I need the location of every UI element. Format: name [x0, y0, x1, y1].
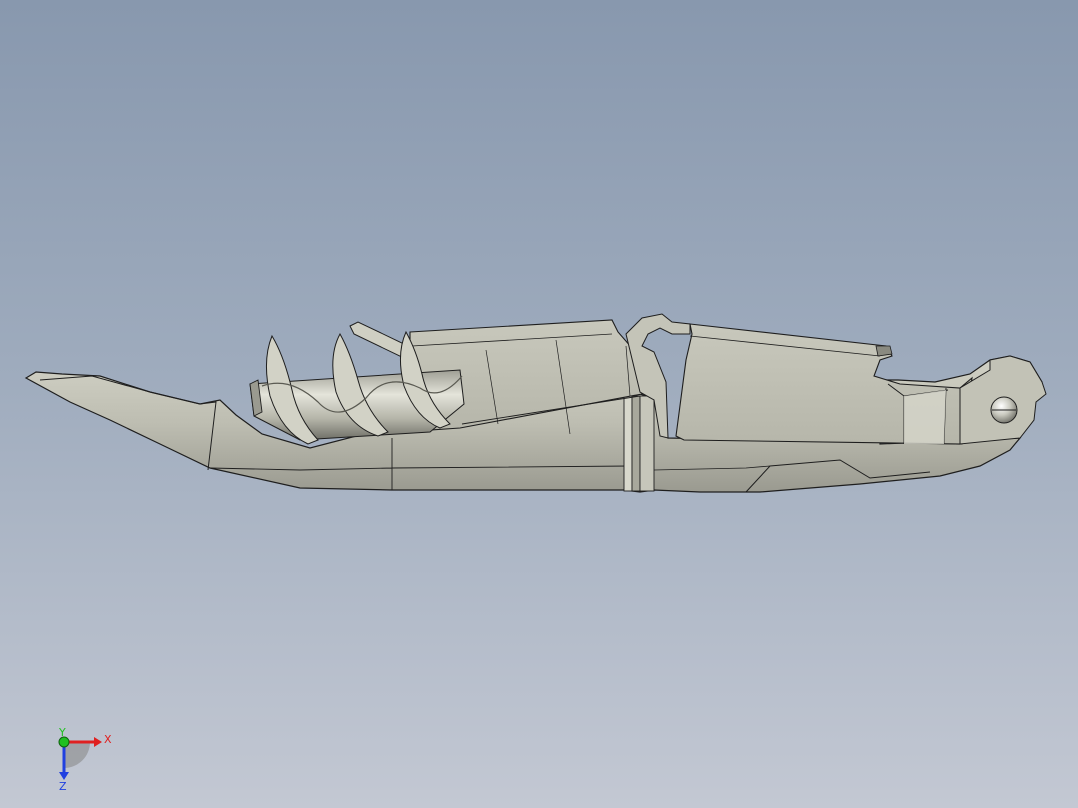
hinge-plate-2 — [631, 395, 641, 492]
y-axis-label: Y — [58, 728, 66, 739]
x-axis-arrow-icon — [94, 737, 102, 747]
opener-notch — [875, 345, 893, 357]
opener-hook-shade — [904, 390, 946, 444]
corkscrew-model[interactable] — [0, 0, 1078, 808]
z-axis-label: Z — [59, 780, 67, 793]
x-axis-label: X — [104, 733, 112, 746]
cad-viewport[interactable]: X Y Z — [0, 0, 1078, 808]
hinge-plate-3 — [639, 395, 655, 492]
triad-plane-arc — [64, 742, 90, 768]
orientation-triad[interactable]: X Y Z — [50, 728, 120, 798]
z-axis-arrow-icon — [59, 772, 69, 780]
hinge-plate-1 — [623, 395, 633, 492]
